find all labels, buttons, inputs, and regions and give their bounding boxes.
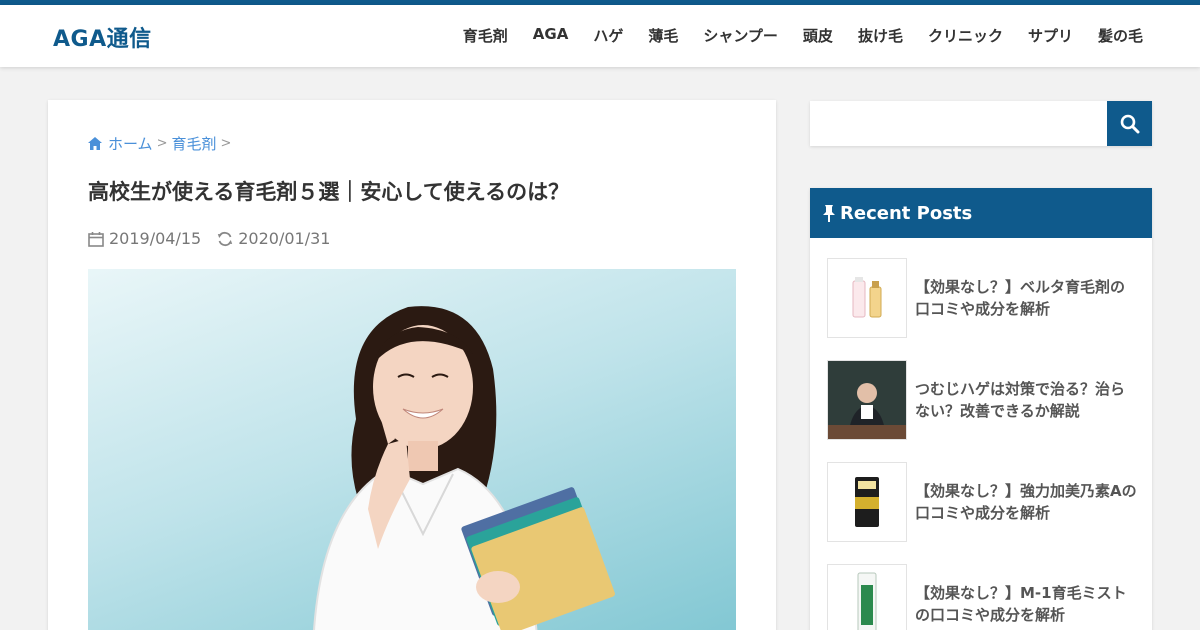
nav-item-nukege[interactable]: 抜け毛 [858, 25, 903, 46]
nav-item-supplement[interactable]: サプリ [1028, 25, 1073, 46]
nav-item-clinic[interactable]: クリニック [928, 25, 1003, 46]
search-icon [1120, 114, 1139, 133]
widget-header: Recent Posts [810, 188, 1152, 238]
nav-item-touhi[interactable]: 頭皮 [803, 25, 833, 46]
published-date: 2019/04/15 [88, 229, 201, 248]
nav-item-shampoo[interactable]: シャンプー [703, 25, 778, 46]
search-form [810, 101, 1152, 146]
breadcrumb-home[interactable]: ホーム [108, 133, 153, 154]
post-thumbnail[interactable] [827, 564, 907, 630]
featured-image [88, 269, 736, 630]
nav-item-hage[interactable]: ハゲ [593, 25, 623, 46]
search-input[interactable] [810, 101, 1107, 146]
home-icon [88, 137, 102, 150]
article-card: ホーム > 育毛剤 > 高校生が使える育毛剤５選｜安心して使えるのは？ 2019… [48, 100, 776, 630]
nav-item-aga[interactable]: AGA [533, 25, 569, 46]
published-date-text: 2019/04/15 [109, 229, 202, 248]
nav-item-ikumouzai[interactable]: 育毛剤 [463, 25, 508, 46]
breadcrumb-category[interactable]: 育毛剤 [171, 133, 216, 154]
post-title[interactable]: 【効果なし？】M-1育毛ミストの口コミや成分を解析 [915, 582, 1137, 626]
post-title[interactable]: つむじハゲは対策で治る？治らない？改善できるか解説 [915, 378, 1137, 422]
chevron-right-icon: > [156, 136, 168, 151]
post-thumbnail[interactable] [827, 360, 907, 440]
page-title: 高校生が使える育毛剤５選｜安心して使えるのは？ [88, 180, 570, 204]
chevron-right-icon: > [220, 136, 232, 151]
post-title[interactable]: 【効果なし？】強力加美乃素Aの口コミや成分を解析 [915, 480, 1137, 524]
post-dates: 2019/04/15 2020/01/31 [88, 229, 346, 248]
nav-item-kaminoke[interactable]: 髪の毛 [1098, 25, 1143, 46]
recent-posts-widget: Recent Posts 【効果なし？】ベルタ育毛剤の口コミや成分を解析 つむじ… [810, 188, 1152, 630]
updated-date-text: 2020/01/31 [238, 229, 331, 248]
recent-post-item[interactable]: 【効果なし？】強力加美乃素Aの口コミや成分を解析 [827, 462, 1137, 542]
widget-title: Recent Posts [840, 202, 973, 224]
breadcrumb: ホーム > 育毛剤 > [88, 133, 235, 154]
calendar-icon [88, 231, 104, 247]
nav-item-usuge[interactable]: 薄毛 [648, 25, 678, 46]
recent-post-item[interactable]: 【効果なし？】M-1育毛ミストの口コミや成分を解析 [827, 564, 1137, 630]
post-title[interactable]: 【効果なし？】ベルタ育毛剤の口コミや成分を解析 [915, 276, 1137, 320]
site-logo[interactable]: AGA通信 [53, 21, 152, 53]
site-header: AGA通信 育毛剤 AGA ハゲ 薄毛 シャンプー 頭皮 抜け毛 クリニック サ… [0, 5, 1200, 67]
recent-post-item[interactable]: つむじハゲは対策で治る？治らない？改善できるか解説 [827, 360, 1137, 440]
updated-date: 2020/01/31 [217, 229, 330, 248]
search-button[interactable] [1107, 101, 1152, 146]
pin-icon [823, 205, 835, 222]
post-thumbnail[interactable] [827, 258, 907, 338]
recent-post-item[interactable]: 【効果なし？】ベルタ育毛剤の口コミや成分を解析 [827, 258, 1137, 338]
post-thumbnail[interactable] [827, 462, 907, 542]
global-nav: 育毛剤 AGA ハゲ 薄毛 シャンプー 頭皮 抜け毛 クリニック サプリ 髪の毛 [438, 25, 1143, 46]
refresh-icon [218, 231, 233, 246]
